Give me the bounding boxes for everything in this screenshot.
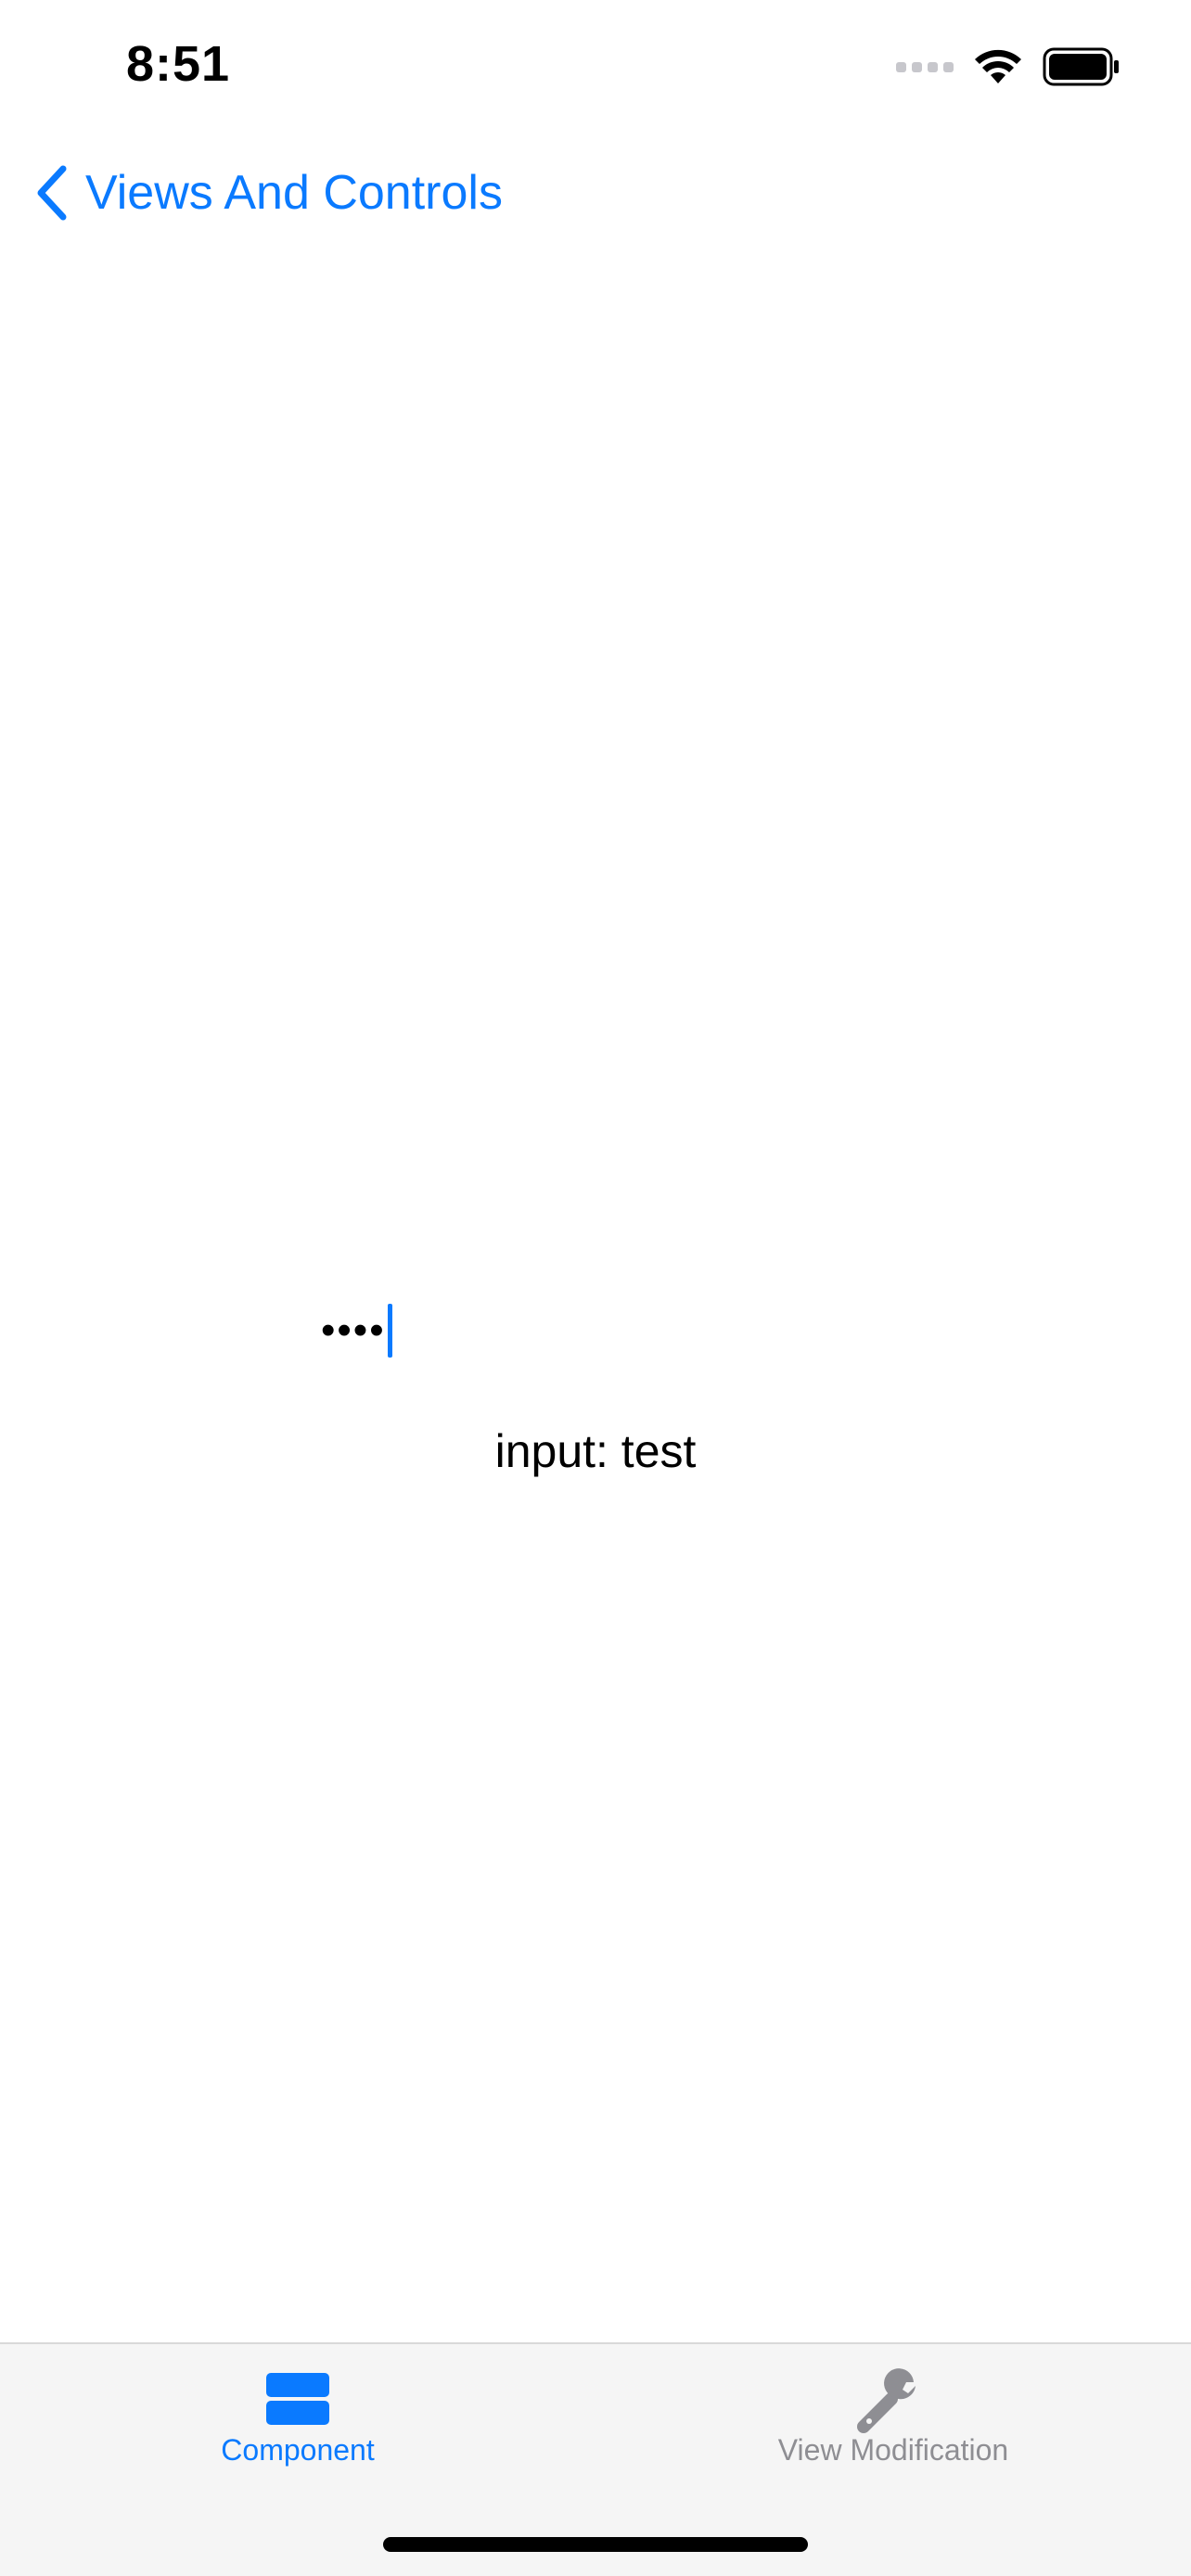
status-icons — [896, 46, 1121, 87]
tab-view-modification[interactable]: View Modification — [596, 2344, 1191, 2493]
secure-text-field[interactable]: •••• — [321, 1298, 877, 1363]
text-cursor — [387, 1304, 392, 1358]
wifi-icon — [975, 49, 1021, 83]
status-time: 8:51 — [126, 36, 231, 92]
chevron-left-icon — [37, 165, 67, 221]
wrench-icon — [857, 2368, 916, 2433]
screen: 8:51 Views And Controls •••• input: test — [0, 0, 1191, 2576]
battery-icon — [1043, 47, 1119, 86]
tab-component-label: Component — [221, 2433, 375, 2467]
back-button[interactable]: Views And Controls — [33, 158, 503, 228]
stacked-rectangles-icon — [266, 2373, 329, 2425]
input-echo-label: input: test — [494, 1425, 697, 1477]
tab-component[interactable]: Component — [0, 2344, 596, 2493]
secure-field-value: •••• — [321, 1307, 386, 1353]
tab-view-modification-label: View Modification — [777, 2433, 1009, 2467]
cellular-signal-icon — [896, 61, 954, 72]
back-button-label: Views And Controls — [85, 166, 503, 220]
home-indicator[interactable] — [383, 2537, 808, 2552]
